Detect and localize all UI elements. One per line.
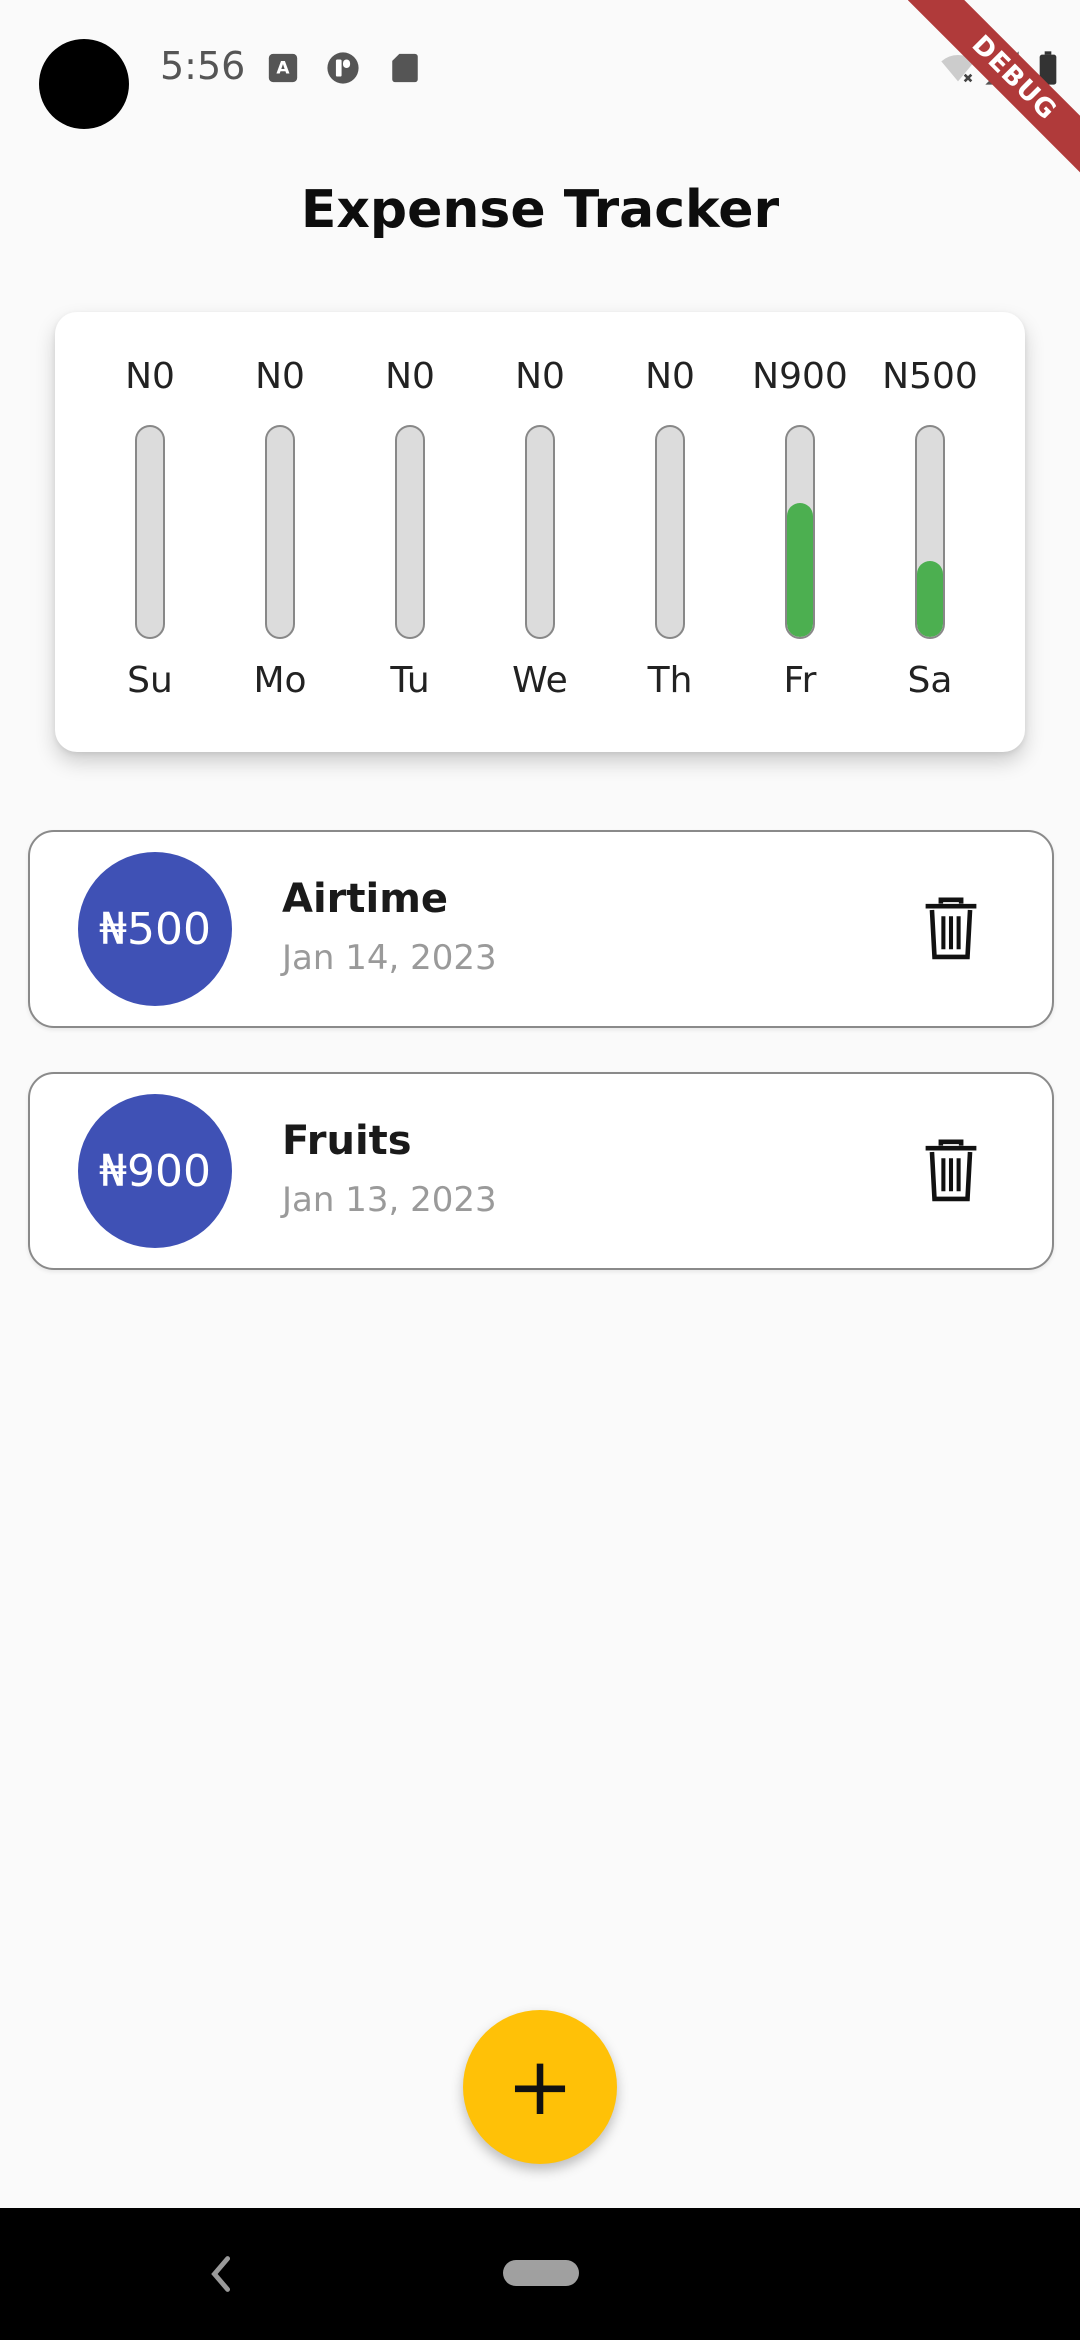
chart-column-fr: N900 Fr	[735, 312, 865, 752]
chart-bar-track	[655, 425, 685, 639]
weekly-spending-chart: N0 Su N0 Mo N0 Tu N0 We N0 Th N900 Fr N5…	[55, 312, 1025, 752]
chart-column-tu: N0 Tu	[345, 312, 475, 752]
amount-avatar: ₦900	[78, 1094, 232, 1248]
chart-day-label: Sa	[907, 660, 953, 701]
status-time: 5:56	[160, 44, 246, 88]
trash-icon[interactable]	[920, 896, 982, 962]
chart-column-we: N0 We	[475, 312, 605, 752]
chart-bar-track	[785, 425, 815, 639]
chart-value-label: N0	[515, 356, 565, 397]
plus-icon: +	[506, 2040, 574, 2133]
chart-day-label: We	[512, 660, 568, 701]
chart-value-label: N0	[125, 356, 175, 397]
chart-bar-track	[915, 425, 945, 639]
list-item[interactable]: ₦500 Airtime Jan 14, 2023	[28, 830, 1054, 1028]
page-title: Expense Tracker	[300, 180, 780, 240]
chart-columns: N0 Su N0 Mo N0 Tu N0 We N0 Th N900 Fr N5…	[85, 312, 995, 752]
chart-bar-track	[265, 425, 295, 639]
chevron-left-icon[interactable]	[206, 2252, 236, 2296]
chart-bar	[787, 502, 813, 637]
trash-icon[interactable]	[920, 1138, 982, 1204]
chart-day-label: Fr	[783, 660, 817, 701]
chart-value-label: N0	[255, 356, 305, 397]
chart-value-label: N0	[645, 356, 695, 397]
chart-bar-track	[135, 425, 165, 639]
chart-day-label: Mo	[253, 660, 307, 701]
home-handle[interactable]	[503, 2260, 579, 2286]
chart-column-th: N0 Th	[605, 312, 735, 752]
svg-text:A: A	[276, 59, 290, 79]
chart-column-mo: N0 Mo	[215, 312, 345, 752]
chart-bar-track	[395, 425, 425, 639]
chart-value-label: N0	[385, 356, 435, 397]
chart-value-label: N900	[752, 356, 848, 397]
app-notification-icon	[327, 52, 359, 84]
amount-avatar: ₦500	[78, 852, 232, 1006]
expense-date: Jan 13, 2023	[282, 1180, 497, 1220]
chart-day-label: Su	[127, 660, 173, 701]
system-nav-bar	[0, 2208, 1080, 2340]
chart-column-sa: N500 Sa	[865, 312, 995, 752]
camera-cutout	[39, 39, 129, 129]
expense-title: Fruits	[282, 1118, 412, 1164]
list-item[interactable]: ₦900 Fruits Jan 13, 2023	[28, 1072, 1054, 1270]
chart-bar	[917, 561, 943, 637]
chart-day-label: Tu	[390, 660, 430, 701]
add-expense-button[interactable]: +	[463, 2010, 617, 2164]
expense-date: Jan 14, 2023	[282, 938, 497, 978]
chart-column-su: N0 Su	[85, 312, 215, 752]
chart-bar-track	[525, 425, 555, 639]
status-bar: 5:56 A DEBUG	[0, 0, 1080, 185]
expense-title: Airtime	[282, 876, 449, 922]
debug-banner: DEBUG	[907, 0, 1080, 185]
chart-value-label: N500	[882, 356, 978, 397]
chart-day-label: Th	[647, 660, 693, 701]
keyboard-notification-icon: A	[268, 53, 298, 83]
sd-card-icon	[392, 53, 418, 83]
